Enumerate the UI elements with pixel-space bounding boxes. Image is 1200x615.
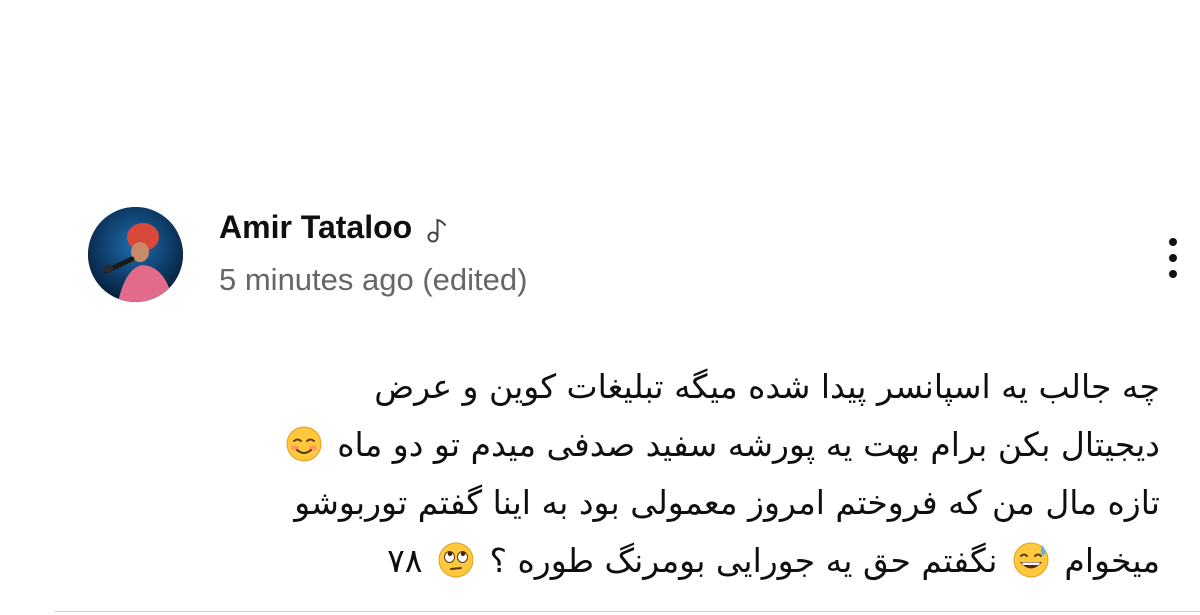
more-options-button[interactable]	[1155, 232, 1191, 284]
comment-timestamp: 5 minutes ago (edited)	[219, 262, 528, 297]
comment-line-3: تازه مال من که فروختم امروز معمولی بود ب…	[294, 483, 1160, 522]
comment-line-4-start: میخوام	[1064, 541, 1160, 580]
comment-line-4: میخوام نگفتم حق یه جورایی بومرنگ طوره ؟	[90, 532, 1160, 590]
top-blank-area	[0, 0, 1200, 160]
comment-text: چه جالب یه اسپانسر پیدا شده میگه تبلیغات…	[90, 358, 1160, 590]
comment-line-1: چه جالب یه اسپانسر پیدا شده میگه تبلیغات…	[374, 367, 1160, 406]
ellipsis-dot	[1169, 270, 1177, 278]
eye-roll-emoji-icon	[437, 539, 475, 578]
grinning-sweat-emoji-icon	[1012, 539, 1050, 578]
vertical-ellipsis-icon	[1169, 238, 1177, 246]
comment-line-4-middle: نگفتم حق یه جورایی بومرنگ طوره ؟	[489, 541, 998, 580]
comment-line-2-text: دیجیتال بکن برام بهت یه پورشه سفید صدفی …	[337, 425, 1160, 464]
comment-card: Amir Tataloo 5 minutes ago (edited) چه ج…	[55, 160, 1200, 615]
ellipsis-dot	[1169, 254, 1177, 262]
music-note-icon	[426, 214, 448, 243]
author-name-row[interactable]: Amir Tataloo	[219, 205, 448, 249]
comment-line-2: دیجیتال بکن برام بهت یه پورشه سفید صدفی …	[90, 416, 1160, 474]
comment-line-4-number: ۷۸	[387, 541, 423, 580]
avatar[interactable]	[88, 207, 183, 302]
smiling-blushing-emoji-icon	[285, 423, 323, 462]
divider	[55, 611, 1200, 612]
author-name[interactable]: Amir Tataloo	[219, 209, 412, 246]
